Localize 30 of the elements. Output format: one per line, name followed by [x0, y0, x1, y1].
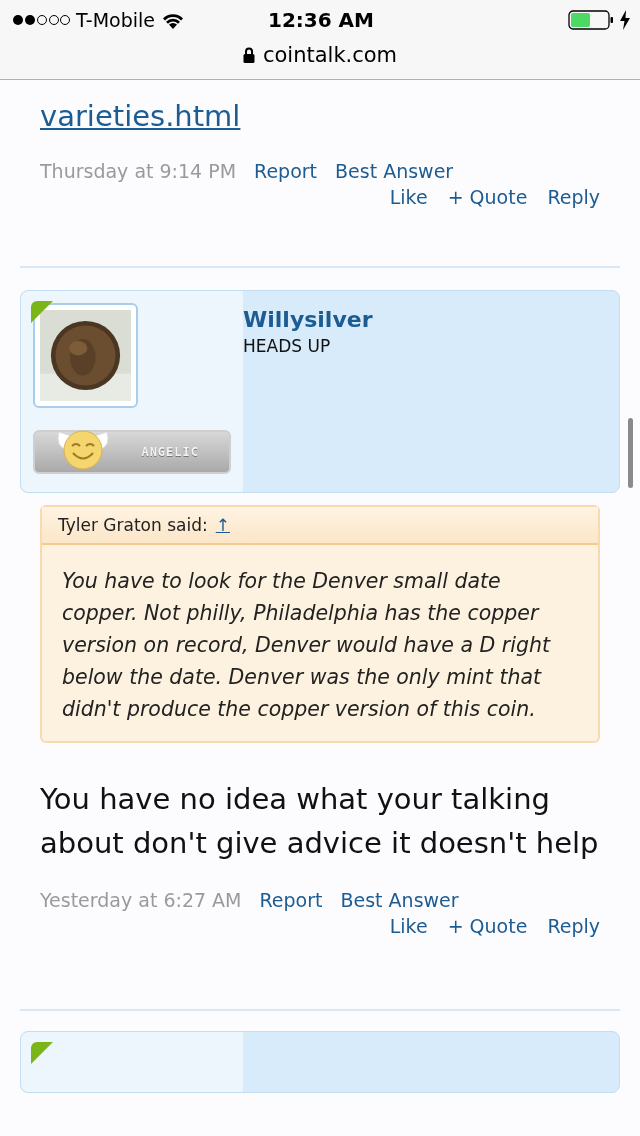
wifi-icon: [161, 11, 186, 29]
post-action-link[interactable]: Report: [254, 160, 318, 182]
post-link[interactable]: varieties.html: [20, 96, 241, 136]
lock-icon: [242, 47, 255, 63]
jump-to-quote-link[interactable]: ↑: [215, 515, 230, 535]
post-action-link[interactable]: Like: [389, 186, 428, 208]
battery-icon: [568, 10, 614, 30]
quote-text: You have to look for the Denver small date copper. Not philly, Philadelphia has the copper version on record, Denver would have a D right below the date. Denver was the only mint that didn't produce the copper version of this coin.: [61, 568, 552, 723]
post-action-link[interactable]: Report: [259, 889, 323, 911]
post-date: Thursday at 9:14 PM: [40, 160, 237, 182]
post-date: Yesterday at 6:27 AM: [40, 889, 242, 911]
signal-dots-icon: [12, 14, 70, 26]
post-action-link[interactable]: Reply: [547, 915, 600, 937]
rank-badge: ANGELIC: [33, 430, 231, 474]
post-action-link[interactable]: Best Answer: [335, 160, 454, 182]
post-action-link[interactable]: Reply: [547, 186, 600, 208]
clock-time: 12:36 AM: [268, 8, 374, 32]
post-action-link[interactable]: Like: [389, 915, 428, 937]
username-link[interactable]: Willysilver: [243, 307, 373, 332]
user-title: HEADS UP: [243, 336, 331, 356]
scrollbar: [628, 418, 633, 488]
post-action-link[interactable]: Best Answer: [340, 889, 459, 911]
post-message: You have no idea what your talking about don't give advice it doesn't help: [39, 781, 600, 862]
quote-attribution: Tyler Graton said:: [58, 515, 208, 535]
carrier-name: T-Mobile: [76, 9, 156, 31]
avatar-frame[interactable]: [33, 303, 138, 408]
site-address[interactable]: cointalk.com: [262, 43, 398, 67]
post-action-link[interactable]: + Quote: [447, 186, 528, 208]
charging-bolt-icon: [620, 10, 630, 30]
post-action-link[interactable]: + Quote: [447, 915, 528, 937]
